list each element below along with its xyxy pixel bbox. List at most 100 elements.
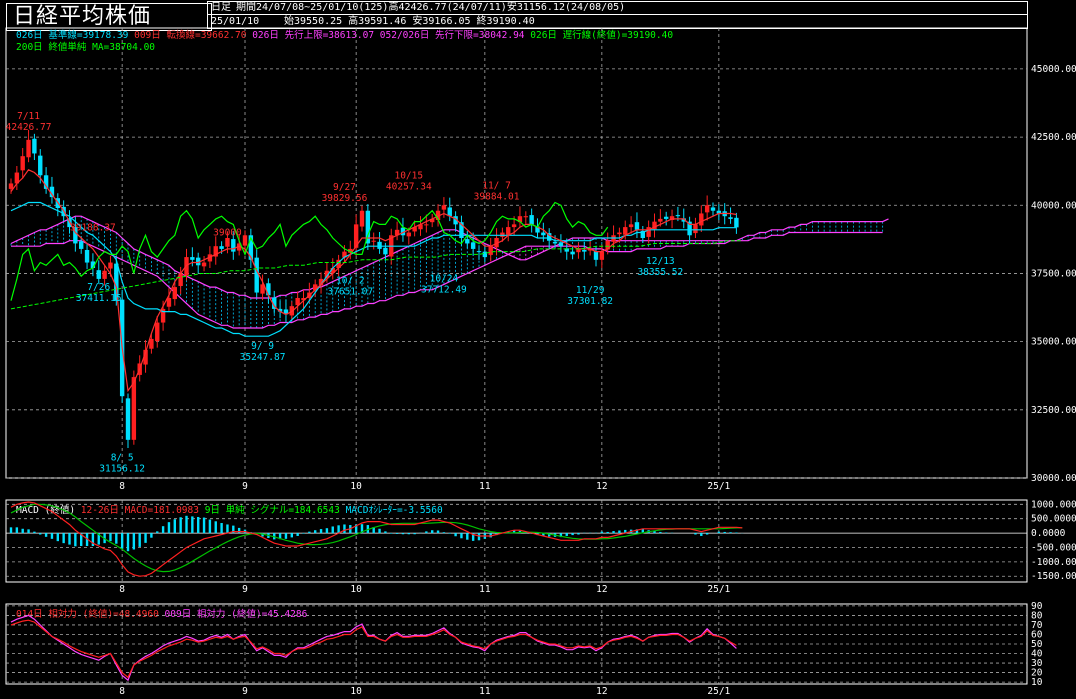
candle-body — [728, 217, 733, 219]
x-tick-label: 25/1 — [707, 584, 730, 595]
candle-body — [570, 251, 575, 255]
macd-line — [10, 501, 743, 577]
candle-body — [377, 241, 382, 249]
candle-body — [84, 250, 90, 263]
annotation-date: 12/13 — [646, 256, 675, 267]
candle-body — [675, 215, 681, 217]
macd-y-tick-label: -500.0000 — [1031, 542, 1076, 553]
rsi-y-tick-label: 10 — [1031, 677, 1043, 688]
annotation-date: 9/27 — [333, 182, 356, 193]
candle-body — [710, 207, 716, 211]
main-y-tick-label: 42500.00 — [1031, 132, 1076, 143]
candle-body — [558, 242, 564, 247]
candle-body — [371, 240, 376, 242]
candle-body — [125, 398, 131, 440]
candle-body — [190, 257, 195, 260]
candle-body — [96, 270, 101, 279]
annotation-date: 11/29 — [576, 285, 605, 296]
candle-body — [8, 183, 14, 189]
rsi14-line — [10, 619, 737, 679]
candle-body — [704, 205, 710, 213]
candle-body — [541, 232, 546, 236]
annotation-date: 10/ 2 — [336, 275, 365, 286]
annotation-price: 37712.49 — [421, 285, 467, 296]
x-tick-label: 11 — [479, 481, 491, 492]
main-y-tick-label: 30000.00 — [1031, 473, 1076, 484]
x-tick-label: 12 — [596, 686, 607, 697]
candle-body — [38, 155, 43, 176]
candle-body — [529, 215, 534, 225]
annotation-date: 9/ 9 — [251, 341, 274, 352]
x-tick-label: 10 — [350, 584, 362, 595]
annotation-date: 10/15 — [394, 170, 423, 181]
candle-body — [383, 247, 388, 255]
candle-body — [201, 262, 207, 267]
annotation-price: 40257.34 — [386, 181, 432, 192]
annotation-price: 39829.56 — [322, 193, 368, 204]
main-y-tick-label: 35000.00 — [1031, 337, 1076, 348]
x-tick-label: 12 — [596, 584, 607, 595]
candle-body — [32, 138, 37, 154]
candle-body — [131, 377, 137, 440]
candle-body — [424, 224, 429, 226]
annotation-price: 42426.77 — [6, 122, 52, 133]
candle-body — [582, 250, 587, 252]
annotation-price: 39884.01 — [474, 191, 520, 202]
main-y-tick-label: 37500.00 — [1031, 268, 1076, 279]
candle-body — [102, 270, 107, 279]
annotation-date: 10/24 — [430, 274, 459, 285]
x-tick-label: 10 — [350, 481, 362, 492]
candle-body — [523, 216, 528, 218]
macd-y-tick-label: 0.0000 — [1031, 528, 1066, 539]
x-tick-label: 12 — [596, 481, 607, 492]
x-tick-label: 11 — [479, 686, 491, 697]
candle-body — [155, 322, 160, 342]
x-tick-label: 8 — [119, 686, 125, 697]
candle-body — [225, 238, 230, 247]
candle-body — [266, 283, 271, 296]
candle-body — [599, 251, 605, 260]
macd-y-tick-label: 500.0000 — [1031, 514, 1076, 525]
main-y-tick-label: 40000.00 — [1031, 200, 1076, 211]
candle-body — [617, 232, 622, 235]
annotation-price: 39000 — [213, 228, 242, 239]
annotation-price: 39188.37 — [70, 222, 116, 233]
panel-frame-macd — [5, 499, 1028, 583]
macd-y-tick-label: -1000.000 — [1031, 557, 1076, 568]
x-tick-label: 11 — [479, 584, 491, 595]
annotation-price: 37411.15 — [76, 293, 122, 304]
candle-body — [242, 235, 248, 246]
candle-body — [108, 262, 113, 269]
candle-body — [506, 227, 511, 235]
x-tick-label: 9 — [242, 481, 248, 492]
x-tick-label: 25/1 — [707, 481, 730, 492]
candle-body — [734, 217, 739, 228]
candle-body — [172, 287, 177, 300]
stock-chart: 45000.00 42500.00 40000.00 37500.00 35000.00… — [5, 27, 1076, 697]
candle-body — [465, 239, 470, 244]
macd-y-tick-label: 1000.000 — [1031, 499, 1076, 510]
candle-body — [26, 139, 31, 158]
annotation-date: 8/ 5 — [111, 452, 134, 463]
annotation-date: 7/26 — [87, 282, 110, 293]
candle-body — [552, 241, 558, 244]
main-y-tick-label: 45000.00 — [1031, 64, 1076, 75]
annotation-price: 31156.12 — [99, 463, 145, 474]
candle-body — [254, 257, 259, 293]
annotation-date: 11/ 7 — [482, 180, 511, 191]
x-tick-label: 9 — [242, 584, 248, 595]
annotation-price: 38355.52 — [637, 267, 683, 278]
candle-body — [184, 257, 189, 276]
macd-y-tick-label: -1500.000 — [1031, 571, 1076, 582]
candle-body — [628, 224, 634, 228]
candle-body — [476, 251, 482, 253]
x-tick-label: 10 — [350, 686, 362, 697]
candle-body — [20, 156, 25, 171]
candle-body — [634, 222, 640, 230]
x-tick-label: 9 — [242, 686, 248, 697]
panel-frame-main — [5, 27, 1028, 479]
candle-body — [219, 246, 224, 249]
annotation-price: 35247.87 — [240, 352, 286, 363]
candle-body — [488, 246, 493, 255]
candle-body — [482, 251, 488, 258]
